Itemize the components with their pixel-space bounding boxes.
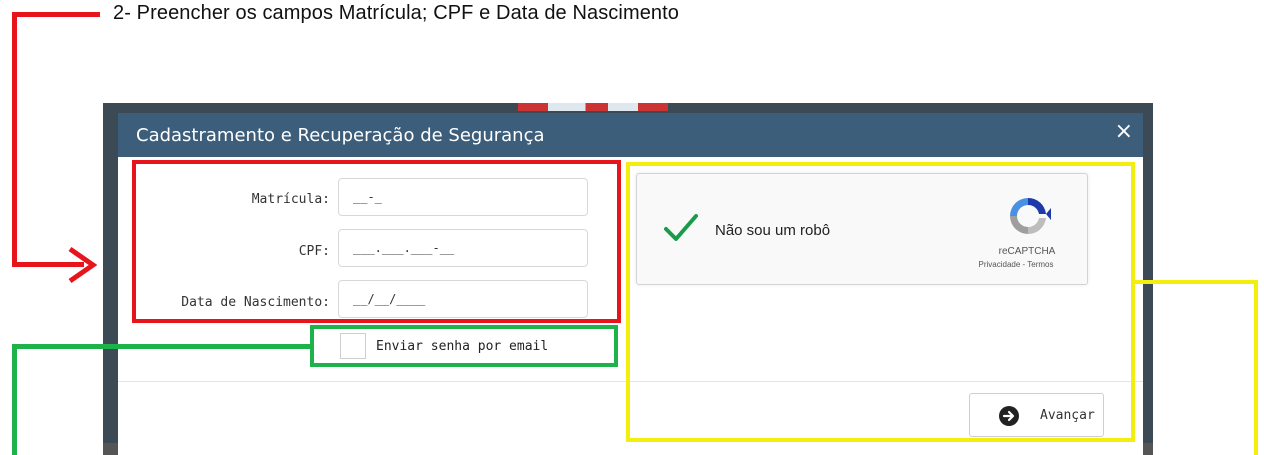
dialog-header: Cadastramento e Recuperação de Segurança…	[118, 113, 1143, 157]
annotation-green-line-horizontal	[12, 344, 310, 349]
annotation-red-arrowhead-icon	[68, 246, 98, 284]
close-icon[interactable]: ×	[1115, 119, 1133, 144]
dialog-title: Cadastramento e Recuperação de Segurança	[136, 125, 545, 146]
annotation-green-line-vertical	[12, 344, 17, 455]
annotation-yellow-box	[626, 162, 1135, 442]
background-logo	[518, 103, 668, 111]
annotation-green-box	[310, 325, 618, 367]
annotation-red-line-vertical	[12, 12, 17, 267]
annotation-yellow-line-horizontal	[1135, 280, 1258, 284]
annotation-red-box	[132, 160, 621, 323]
annotation-red-line-top	[12, 12, 100, 17]
annotation-yellow-line-vertical	[1254, 280, 1258, 455]
instruction-caption: 2- Preencher os campos Matrícula; CPF e …	[113, 2, 680, 24]
